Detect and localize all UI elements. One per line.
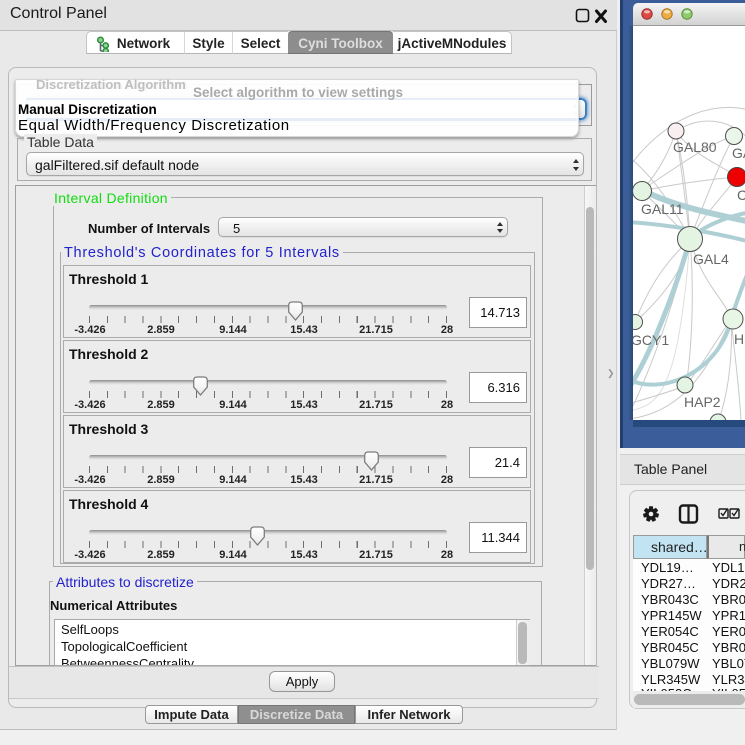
svg-text:GAL4: GAL4 bbox=[693, 251, 729, 267]
svg-text:H: H bbox=[734, 331, 744, 347]
svg-text:C: C bbox=[737, 187, 745, 203]
svg-text:GCY1: GCY1 bbox=[633, 332, 669, 348]
svg-text:GA: GA bbox=[732, 145, 745, 161]
svg-text:HAP2: HAP2 bbox=[684, 394, 721, 410]
svg-text:GAL80: GAL80 bbox=[673, 139, 717, 155]
svg-text:GAL11: GAL11 bbox=[641, 201, 684, 217]
